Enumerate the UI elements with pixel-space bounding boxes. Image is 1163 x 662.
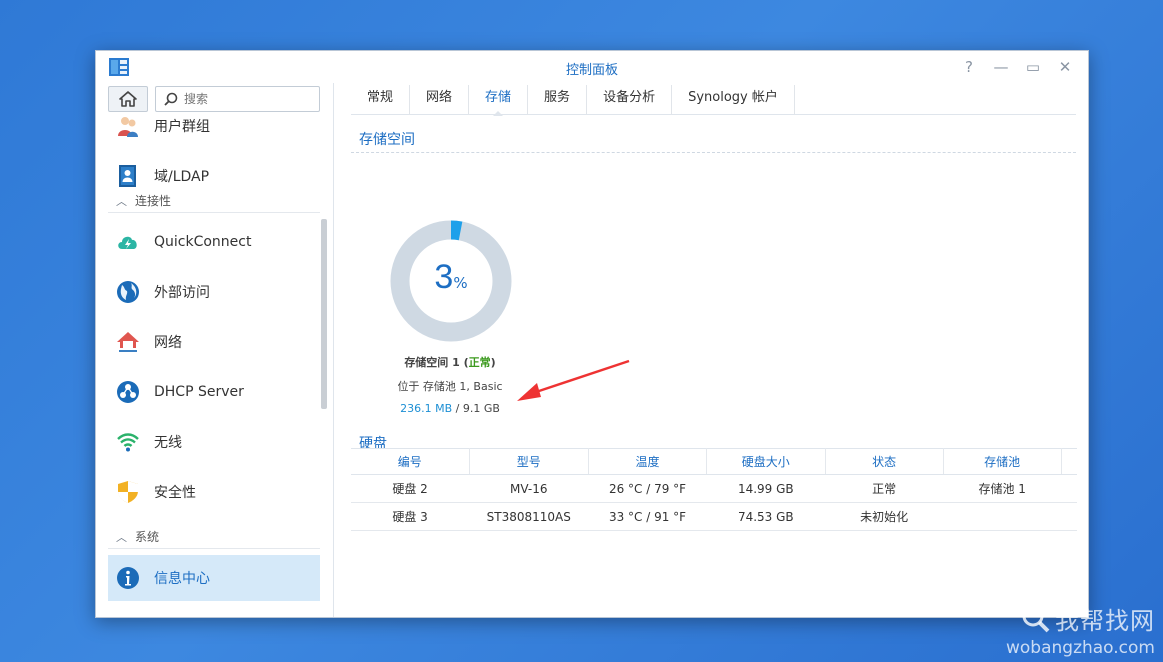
sidebar-item-label: 安全性 [154, 485, 196, 501]
info-icon [117, 567, 139, 589]
cell-size: 74.53 GB [706, 502, 826, 531]
usage-percent: 3% [390, 258, 512, 297]
globe-icon [117, 281, 139, 303]
section-label: 系统 [135, 530, 160, 544]
sidebar-item-label: 无线 [154, 435, 182, 451]
close-button[interactable]: ✕ [1055, 57, 1075, 77]
window-title: 控制面板 [565, 63, 618, 78]
section-label: 连接性 [135, 194, 172, 208]
usage-separator: / [452, 402, 463, 415]
section-system[interactable]: ︿ 系统 [108, 525, 320, 549]
table-row[interactable]: 硬盘 3 ST3808110AS 33 °C / 91 °F 74.53 GB … [351, 502, 1077, 531]
sidebar-item-user-group[interactable]: 用户群组 [108, 103, 320, 149]
column-header-number[interactable]: 编号 [351, 448, 470, 475]
volume-name-text: 存储空间 1 ( [404, 356, 469, 369]
tab-storage[interactable]: 存储 [469, 85, 529, 116]
tab-device-analysis[interactable]: 设备分析 [587, 85, 673, 115]
sidebar-item-label: 信息中心 [154, 571, 210, 587]
table-header-row: 编号 型号 温度 硬盘大小 状态 存储池 [351, 448, 1077, 475]
column-header-filler [1061, 448, 1077, 475]
volume-status: 正常 [468, 356, 491, 369]
disk-table: 编号 型号 温度 硬盘大小 状态 存储池 硬盘 2 MV-16 26 °C / … [351, 448, 1077, 531]
sidebar-item-security[interactable]: 安全性 [108, 469, 320, 515]
control-panel-window: 控制面板 ? — ▭ ✕ 搜索 用户群组 域/LDAP ︿ 连接性 QuickC… [95, 50, 1089, 618]
cell-size: 14.99 GB [706, 474, 826, 503]
cell-temperature: 26 °C / 79 °F [588, 474, 707, 503]
ldap-icon [119, 165, 136, 187]
cell-filler [1061, 474, 1077, 503]
tab-network[interactable]: 网络 [410, 85, 470, 115]
watermark-cn-text: 我帮找网 [1055, 607, 1155, 635]
cell-filler [1061, 502, 1077, 531]
cell-pool [943, 502, 1062, 531]
dhcp-icon [117, 381, 139, 403]
shield-icon [118, 481, 138, 503]
watermark-cn: 我帮找网 [1006, 601, 1155, 636]
column-header-status[interactable]: 状态 [825, 448, 944, 475]
user-group-icon [118, 117, 138, 137]
main-panel: 常规 网络 存储 服务 设备分析 Synology 帐户 存储空间 3% 存储空… [335, 83, 1088, 617]
column-header-model[interactable]: 型号 [469, 448, 589, 475]
sidebar-item-wireless[interactable]: 无线 [108, 419, 320, 465]
sidebar-item-label: 域/LDAP [154, 169, 210, 185]
cell-number: 硬盘 2 [351, 474, 470, 503]
cell-pool: 存储池 1 [943, 474, 1062, 503]
magnifier-icon [1022, 605, 1050, 632]
storage-usage-donut: 3% [390, 220, 512, 342]
help-button[interactable]: ? [959, 57, 979, 77]
sidebar-item-info-center[interactable]: 信息中心 [108, 555, 320, 601]
sidebar-item-dhcp-server[interactable]: DHCP Server [108, 369, 320, 415]
column-header-size[interactable]: 硬盘大小 [706, 448, 826, 475]
usage-percent-value: 3 [434, 258, 454, 296]
section-connectivity[interactable]: ︿ 连接性 [108, 189, 320, 213]
cell-model: ST3808110AS [469, 502, 589, 531]
sidebar-item-quickconnect[interactable]: QuickConnect [108, 219, 320, 265]
chevron-up-icon: ︿ [116, 530, 127, 544]
sidebar-item-label: 用户群组 [154, 119, 210, 135]
network-home-icon [117, 332, 139, 352]
tab-general[interactable]: 常规 [351, 85, 411, 115]
sidebar-item-label: QuickConnect [154, 234, 252, 250]
watermark: 我帮找网 wobangzhao.com [1006, 601, 1155, 658]
sidebar-item-network[interactable]: 网络 [108, 319, 320, 365]
sidebar-item-label: DHCP Server [154, 384, 244, 400]
sidebar: 用户群组 域/LDAP ︿ 连接性 QuickC [96, 83, 334, 617]
chevron-up-icon: ︿ [116, 194, 127, 208]
tab-synology-account[interactable]: Synology 帐户 [672, 85, 795, 115]
storage-section-title: 存储空间 [351, 129, 1076, 153]
sidebar-item-label: 网络 [154, 335, 182, 351]
volume-name-end: ) [490, 356, 496, 369]
sidebar-scrollbar[interactable] [321, 219, 327, 409]
tab-service[interactable]: 服务 [528, 85, 588, 115]
maximize-button[interactable]: ▭ [1023, 57, 1043, 77]
annotation-arrow [517, 359, 630, 401]
title-bar: 控制面板 ? — ▭ ✕ [96, 51, 1088, 83]
cell-model: MV-16 [469, 474, 589, 503]
tab-bar: 常规 网络 存储 服务 设备分析 Synology 帐户 [351, 85, 1076, 116]
cell-status: 未初始化 [825, 502, 944, 531]
sidebar-item-label: 外部访问 [154, 285, 210, 301]
column-header-temperature[interactable]: 温度 [588, 448, 708, 475]
quickconnect-icon [118, 236, 137, 249]
usage-percent-unit: % [453, 274, 468, 292]
cell-number: 硬盘 3 [351, 502, 470, 531]
cell-temperature: 33 °C / 91 °F [588, 502, 707, 531]
cell-status: 正常 [825, 474, 944, 503]
sidebar-item-external-access[interactable]: 外部访问 [108, 269, 320, 315]
column-header-pool[interactable]: 存储池 [943, 448, 1062, 475]
volume-used: 236.1 MB [400, 402, 453, 415]
wifi-icon [117, 433, 139, 452]
table-row[interactable]: 硬盘 2 MV-16 26 °C / 79 °F 14.99 GB 正常 存储池… [351, 474, 1077, 503]
minimize-button[interactable]: — [991, 57, 1011, 77]
volume-total: 9.1 GB [462, 402, 500, 415]
watermark-en: wobangzhao.com [1005, 638, 1155, 658]
